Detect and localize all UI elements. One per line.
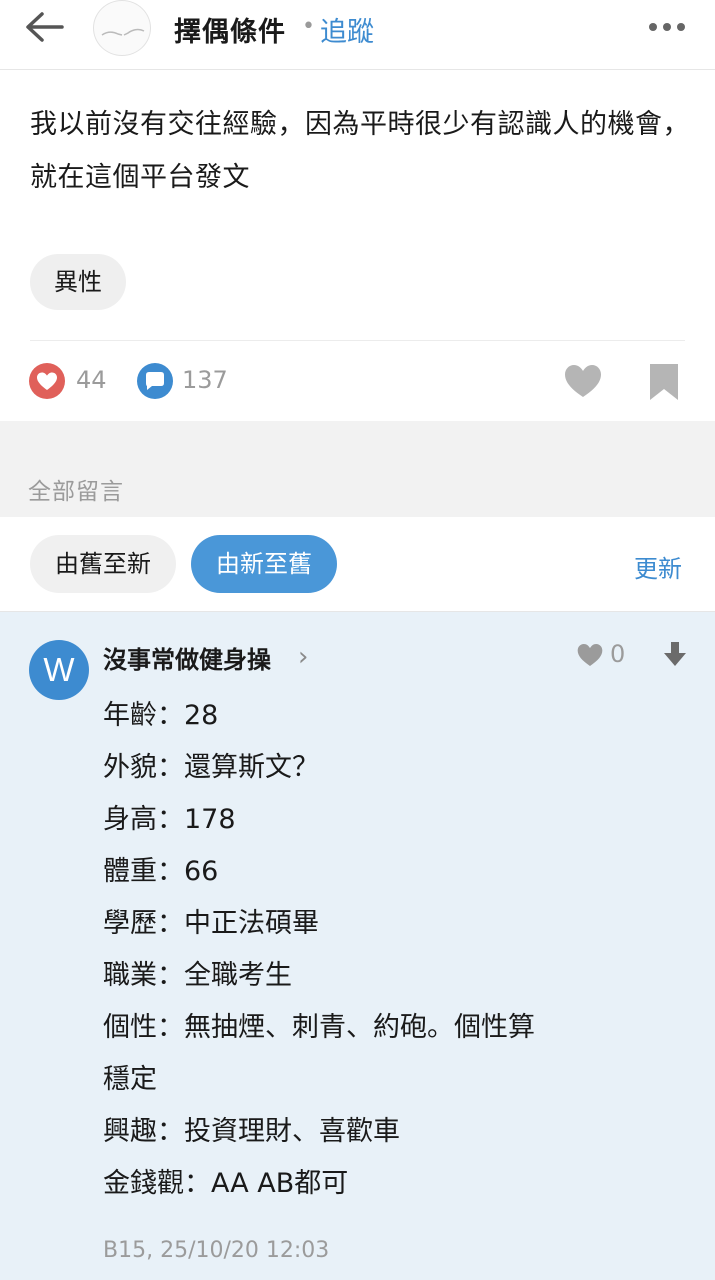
back-button[interactable] (22, 8, 68, 48)
like-count: 44 (76, 366, 107, 394)
divider (30, 340, 685, 341)
top-bar: 擇偶條件 • 追蹤 (0, 0, 715, 70)
board-title[interactable]: 擇偶條件 (174, 10, 286, 49)
comment-bubble-icon[interactable] (136, 362, 174, 400)
more-dots-icon (649, 23, 685, 31)
comment-line: 年齡：28 (103, 700, 219, 731)
heart-icon (565, 365, 601, 397)
topic-tag[interactable]: 異性 (30, 254, 126, 310)
comment-body: 年齡：28 外貌：還算斯文？ 身高：178 體重：66 學歷：中正法碩畢 職業：… (103, 690, 663, 1210)
commenter-name[interactable]: 沒事常做健身操 (103, 640, 271, 675)
refresh-button[interactable]: 更新 (634, 549, 682, 584)
comment-like-button[interactable] (575, 642, 605, 668)
comment-item: W 沒事常做健身操 › 0 年齡：28 外貌：還算斯文？ 身高：178 體重：6… (0, 612, 715, 1280)
back-arrow-icon (26, 12, 64, 42)
sort-bar: 由舊至新 由新至舊 更新 (0, 517, 715, 612)
all-comments-title: 全部留言 (28, 479, 124, 505)
comment-line: 興趣：投資理財、喜歡車 (103, 1116, 400, 1147)
comment-line: 穩定 (103, 1064, 157, 1095)
chevron-right-icon[interactable]: › (298, 642, 308, 672)
comment-line: 外貌：還算斯文？ (103, 752, 319, 783)
title-separator: • (302, 14, 315, 39)
heart-icon (577, 644, 603, 666)
arrow-down-icon (664, 642, 686, 666)
comment-count: 137 (182, 366, 228, 394)
post-body: 我以前沒有交往經驗，因為平時很少有認識人的機會，就在這個平台發文 (30, 109, 690, 193)
bookmark-button[interactable] (646, 362, 682, 402)
bookmark-icon (650, 364, 678, 400)
board-avatar[interactable] (93, 0, 151, 56)
comment-line: 學歷：中正法碩畢 (103, 908, 319, 939)
favorite-button[interactable] (562, 362, 604, 400)
sort-newest-button[interactable]: 由新至舊 (191, 535, 337, 593)
comment-line: 職業：全職考生 (103, 960, 292, 991)
comment-meta: B15, 25/10/20 12:03 (103, 1238, 330, 1263)
more-options-button[interactable] (646, 14, 688, 40)
comment-line: 身高：178 (103, 804, 236, 835)
like-reaction-icon[interactable] (28, 362, 66, 400)
sort-oldest-button[interactable]: 由舊至新 (30, 535, 176, 593)
comment-like-count: 0 (610, 640, 626, 668)
comment-line: 體重：66 (103, 856, 219, 887)
comment-line: 個性：無抽煙、刺青、約砲。個性算 (103, 1012, 535, 1043)
follow-button[interactable]: 追蹤 (320, 10, 374, 49)
commenter-avatar[interactable]: W (29, 640, 89, 700)
comment-line: 金錢觀：AA AB都可 (103, 1168, 349, 1199)
comment-menu-button[interactable] (662, 640, 688, 668)
